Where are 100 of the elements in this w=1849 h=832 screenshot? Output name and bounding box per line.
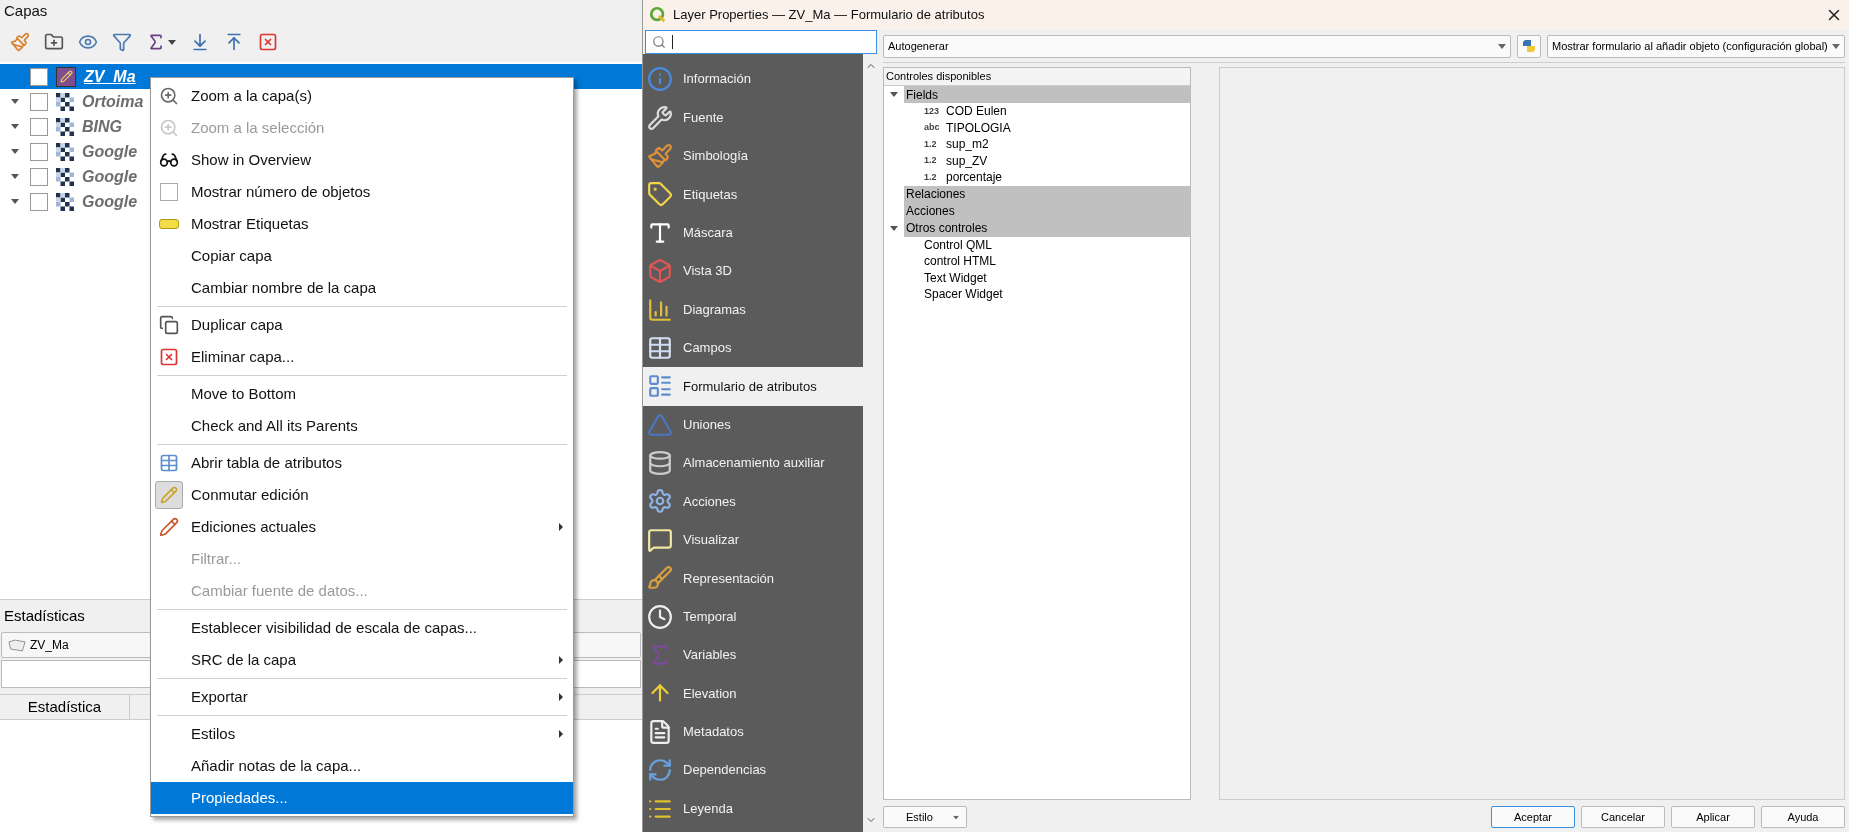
- expand-caret-icon: [11, 174, 19, 179]
- sidebar-item[interactable]: Simbología: [643, 136, 863, 176]
- tree-item[interactable]: Control QML: [924, 235, 993, 254]
- layer-checkbox[interactable]: [30, 92, 48, 111]
- remove-layer-icon: [159, 347, 179, 367]
- menu-item[interactable]: SRC de la capa: [151, 644, 573, 676]
- menu-item[interactable]: Conmutar edición: [151, 479, 573, 511]
- duplicate-icon: [159, 315, 179, 335]
- sidebar-item[interactable]: Formulario de atributos: [643, 367, 863, 406]
- layer-checkbox[interactable]: [30, 67, 48, 86]
- layer-checkbox[interactable]: [30, 192, 48, 211]
- menu-item[interactable]: Move to Bottom: [151, 378, 573, 410]
- menu-item[interactable]: Show in Overview: [151, 144, 573, 176]
- layer-checkbox[interactable]: [30, 142, 48, 161]
- submenu-arrow-icon: [559, 693, 563, 701]
- tag-icon: [647, 181, 673, 208]
- search-field[interactable]: [645, 30, 877, 54]
- filter-icon[interactable]: [112, 32, 132, 52]
- menu-item[interactable]: Check and All its Parents: [151, 410, 573, 442]
- menu-item-label: Check and All its Parents: [190, 415, 359, 436]
- submenu-arrow-icon: [559, 656, 563, 664]
- menu-item[interactable]: Ediciones actuales: [151, 511, 573, 543]
- sidebar-item[interactable]: Diagramas: [643, 290, 863, 329]
- clock-icon: [647, 603, 673, 630]
- tree-item[interactable]: sup_ZV: [946, 151, 988, 170]
- sidebar-item[interactable]: Fuente: [643, 98, 863, 137]
- info-icon: [647, 66, 673, 93]
- eye-icon[interactable]: [78, 32, 98, 52]
- sidebar-item[interactable]: Máscara: [643, 213, 863, 252]
- sidebar-item[interactable]: Información: [643, 60, 863, 99]
- dialog-button[interactable]: Aplicar: [1671, 806, 1755, 828]
- checker-grid-icon: [56, 192, 74, 211]
- menu-item[interactable]: Establecer visibilidad de escala de capas...: [151, 612, 573, 644]
- tree-group[interactable]: Relaciones: [904, 185, 1190, 203]
- menu-item[interactable]: Añadir notas de la capa...: [151, 750, 573, 782]
- menu-item-label: Copiar capa: [190, 245, 273, 266]
- menu-item-label: Establecer visibilidad de escala de capas...: [190, 617, 478, 638]
- polygon-icon: [8, 638, 26, 652]
- cube-icon: [647, 258, 673, 285]
- sidebar-item[interactable]: Temporal: [643, 597, 863, 636]
- tree-item[interactable]: Text Widget: [924, 268, 987, 287]
- sidebar-item[interactable]: Etiquetas: [643, 175, 863, 214]
- dialog-button[interactable]: Cancelar: [1581, 806, 1665, 828]
- style-dropdown-button[interactable]: Estilo: [883, 806, 967, 828]
- sidebar-item[interactable]: Representación: [643, 559, 863, 598]
- sidebar-item[interactable]: Almacenamiento auxiliar: [643, 443, 863, 483]
- menu-item[interactable]: Copiar capa: [151, 240, 573, 272]
- sidebar-item[interactable]: Variables: [643, 635, 863, 675]
- tree-item[interactable]: Spacer Widget: [924, 285, 1003, 304]
- menu-item-label: Zoom a la selección: [190, 117, 326, 138]
- sidebar-item[interactable]: Acciones: [643, 482, 863, 521]
- tree-item[interactable]: TIPOLOGIA: [946, 118, 1011, 137]
- menu-item[interactable]: Duplicar capa: [151, 309, 573, 341]
- add-group-icon[interactable]: [44, 32, 64, 52]
- form-option-combo[interactable]: Mostrar formulario al añadir objeto (configuración global): [1547, 34, 1845, 58]
- sidebar-item[interactable]: Dependencias: [643, 751, 863, 790]
- menu-item[interactable]: Exportar: [151, 681, 573, 713]
- tree-item[interactable]: sup_m2: [946, 135, 989, 154]
- menu-item-label: Exportar: [190, 686, 249, 707]
- type-label: 1.2: [924, 137, 938, 151]
- dialog-button[interactable]: Ayuda: [1761, 806, 1845, 828]
- tree-item[interactable]: control HTML: [924, 252, 997, 271]
- logo-icon: [1522, 39, 1536, 53]
- menu-item-label: Show in Overview: [190, 149, 313, 170]
- sidebar-item[interactable]: Metadatos: [643, 712, 863, 752]
- app-logo-icon: [649, 6, 667, 24]
- checkbox[interactable]: [160, 183, 178, 201]
- python-button[interactable]: [1517, 34, 1541, 58]
- menu-item[interactable]: Cambiar nombre de la capa: [151, 272, 573, 304]
- tree-item[interactable]: COD Eulen: [946, 102, 1007, 121]
- sidebar-item[interactable]: Leyenda: [643, 789, 863, 828]
- menu-item[interactable]: Propiedades...: [151, 782, 573, 814]
- brush-icon[interactable]: [10, 32, 30, 52]
- menu-item[interactable]: Mostrar número de objetos: [151, 176, 573, 208]
- pencil-icon: [160, 486, 178, 504]
- menu-item[interactable]: Estilos: [151, 718, 573, 750]
- panel-title: Capas: [0, 0, 642, 22]
- sidebar-item[interactable]: Vista 3D: [643, 251, 863, 291]
- column-header[interactable]: Controles disponibles: [884, 68, 1190, 86]
- dialog-button[interactable]: Aceptar: [1491, 806, 1575, 828]
- sidebar-item[interactable]: Elevation: [643, 674, 863, 713]
- menu-item-label: Conmutar edición: [190, 484, 310, 505]
- layer-checkbox[interactable]: [30, 167, 48, 186]
- brush-icon: [647, 565, 673, 592]
- menu-item[interactable]: Abrir tabla de atributos: [151, 447, 573, 479]
- collapse-all-icon[interactable]: [224, 32, 244, 52]
- column-header[interactable]: Estadística: [0, 695, 130, 719]
- sidebar-item[interactable]: Campos: [643, 328, 863, 368]
- layer-checkbox[interactable]: [30, 117, 48, 136]
- wrench-icon: [647, 104, 673, 131]
- layout-combo[interactable]: Autogenerar: [883, 34, 1511, 58]
- menu-item[interactable]: Mostrar Etiquetas: [151, 208, 573, 240]
- gear-icon: [647, 488, 673, 515]
- tree-group[interactable]: Fields: [904, 86, 1190, 103]
- tree-item[interactable]: porcentaje: [946, 168, 1003, 187]
- remove-layer-icon[interactable]: [258, 32, 278, 52]
- menu-item[interactable]: Eliminar capa...: [151, 341, 573, 373]
- expand-all-icon[interactable]: [190, 32, 210, 52]
- sidebar-item[interactable]: Uniones: [643, 405, 863, 444]
- sidebar-item[interactable]: Visualizar: [643, 520, 863, 560]
